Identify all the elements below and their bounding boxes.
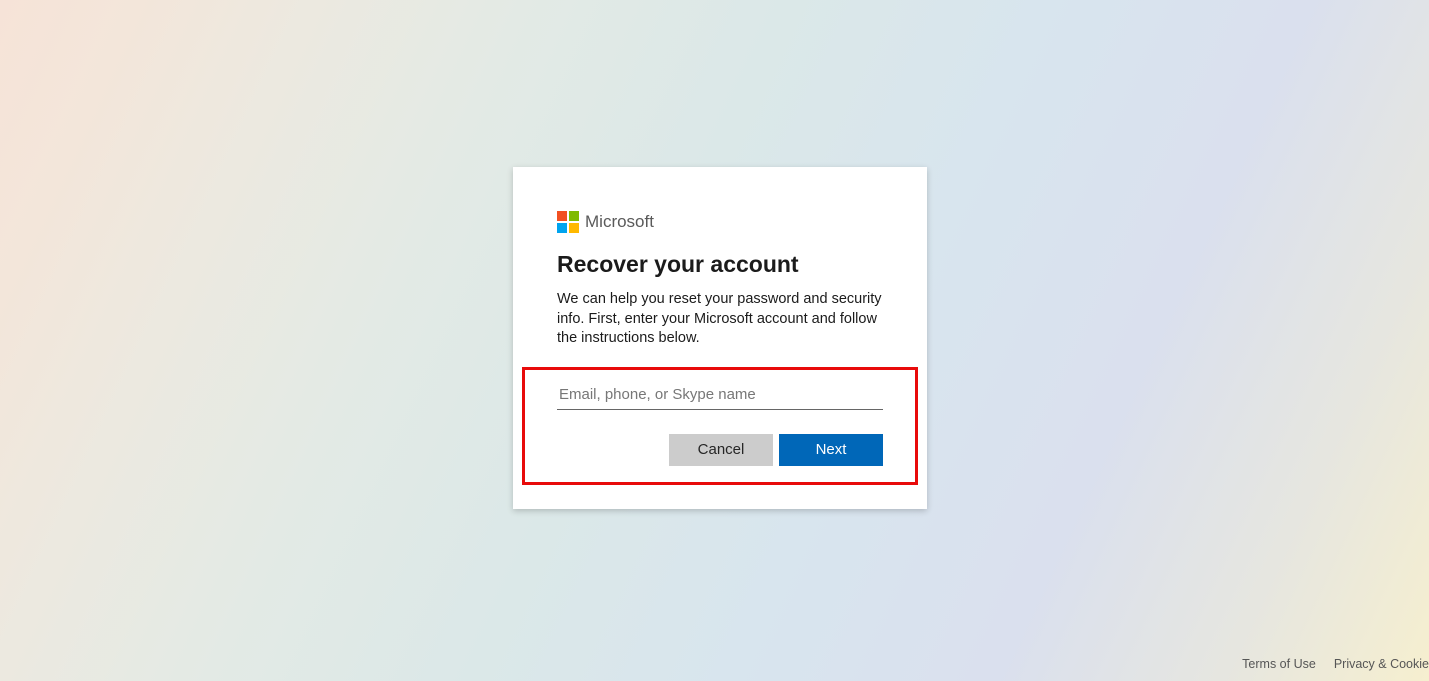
brand-name: Microsoft [585, 212, 654, 232]
privacy-cookies-link[interactable]: Privacy & Cookie [1334, 657, 1429, 671]
button-row: Cancel Next [557, 434, 883, 466]
description-text: We can help you reset your password and … [557, 290, 883, 349]
account-input[interactable] [557, 380, 883, 410]
next-button[interactable]: Next [779, 434, 883, 466]
highlighted-form-area: Cancel Next [522, 367, 918, 485]
cancel-button[interactable]: Cancel [669, 434, 773, 466]
page-title: Recover your account [557, 251, 883, 278]
brand-row: Microsoft [557, 211, 883, 233]
microsoft-logo-icon [557, 211, 579, 233]
terms-of-use-link[interactable]: Terms of Use [1242, 657, 1316, 671]
recover-account-card: Microsoft Recover your account We can he… [513, 167, 927, 509]
footer-links: Terms of Use Privacy & Cookie [1242, 657, 1429, 671]
